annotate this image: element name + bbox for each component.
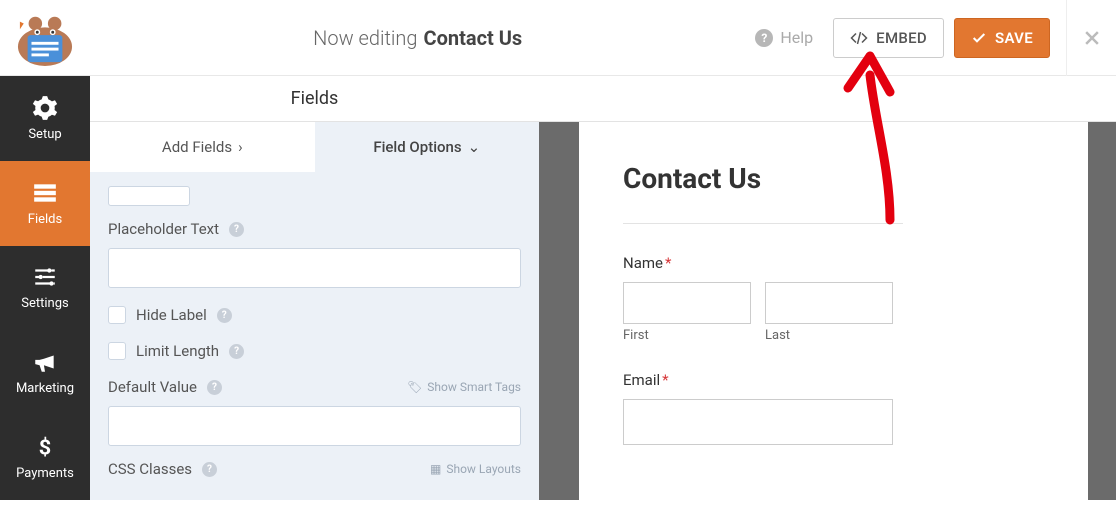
panel-body: Placeholder Text ? Hide Label ? Limit Le… bbox=[90, 172, 539, 500]
limit-length-checkbox[interactable] bbox=[108, 342, 126, 360]
tab-label: Add Fields bbox=[162, 138, 232, 156]
sidebar-item-settings[interactable]: Settings bbox=[0, 246, 90, 331]
css-classes-label: CSS Classes bbox=[108, 460, 192, 478]
topbar-actions: ? Help EMBED SAVE bbox=[745, 18, 1066, 58]
panel: Fields Add Fields › Field Options ⌄ Plac… bbox=[90, 76, 539, 500]
code-icon bbox=[850, 29, 868, 47]
embed-button[interactable]: EMBED bbox=[833, 18, 944, 58]
check-icon bbox=[971, 30, 987, 46]
sliders-icon bbox=[32, 264, 58, 290]
placeholder-label-row: Placeholder Text ? bbox=[108, 220, 521, 238]
topbar: Now editing Contact Us ? Help EMBED SAVE bbox=[0, 0, 1116, 76]
help-link[interactable]: ? Help bbox=[745, 28, 823, 47]
preview-header-bg bbox=[539, 76, 1116, 122]
help-icon[interactable]: ? bbox=[202, 462, 217, 477]
first-name-input[interactable] bbox=[623, 282, 751, 324]
tag-icon: 🏷 bbox=[407, 380, 422, 394]
sidebar-item-label: Setup bbox=[28, 127, 61, 142]
sidebar: Setup Fields Settings Marketing $ Paymen… bbox=[0, 76, 90, 500]
first-sublabel: First bbox=[623, 328, 751, 343]
dollar-icon: $ bbox=[32, 434, 58, 460]
save-button[interactable]: SAVE bbox=[954, 18, 1050, 58]
main-layout: Setup Fields Settings Marketing $ Paymen… bbox=[0, 76, 1116, 500]
help-icon[interactable]: ? bbox=[217, 308, 232, 323]
show-layouts-link[interactable]: ▦ Show Layouts bbox=[430, 462, 521, 476]
limit-length-row: Limit Length ? bbox=[108, 342, 521, 360]
tab-field-options[interactable]: Field Options ⌄ bbox=[315, 122, 540, 172]
list-icon bbox=[32, 180, 58, 206]
required-star: * bbox=[665, 254, 671, 272]
svg-text:$: $ bbox=[39, 436, 51, 460]
sidebar-item-fields[interactable]: Fields bbox=[0, 161, 90, 246]
name-inputs bbox=[623, 282, 1044, 324]
name-field-label: Name* bbox=[623, 254, 1044, 272]
editing-prefix: Now editing bbox=[313, 26, 417, 50]
gear-icon bbox=[32, 95, 58, 121]
show-layouts-label: Show Layouts bbox=[446, 462, 521, 476]
hide-label-text: Hide Label bbox=[136, 306, 207, 324]
last-name-input[interactable] bbox=[765, 282, 893, 324]
close-icon bbox=[1082, 28, 1102, 48]
sidebar-item-label: Fields bbox=[28, 212, 62, 227]
panel-title: Fields bbox=[90, 76, 539, 122]
default-value-label: Default Value bbox=[108, 378, 197, 396]
help-icon[interactable]: ? bbox=[207, 380, 222, 395]
hide-label-checkbox[interactable] bbox=[108, 306, 126, 324]
smart-tags-link[interactable]: 🏷 Show Smart Tags bbox=[407, 380, 521, 394]
editing-title: Now editing Contact Us bbox=[90, 26, 745, 50]
placeholder-input[interactable] bbox=[108, 248, 521, 288]
field-size-select[interactable] bbox=[108, 186, 190, 206]
close-button[interactable] bbox=[1066, 0, 1116, 76]
css-classes-row: CSS Classes ? ▦ Show Layouts bbox=[108, 460, 521, 478]
default-value-row: Default Value ? 🏷 Show Smart Tags bbox=[108, 378, 521, 396]
name-sublabels: First Last bbox=[623, 328, 1044, 343]
chevron-down-icon: ⌄ bbox=[468, 138, 481, 156]
email-input[interactable] bbox=[623, 399, 893, 445]
help-icon: ? bbox=[755, 29, 773, 47]
embed-label: EMBED bbox=[876, 29, 927, 47]
last-sublabel: Last bbox=[765, 328, 893, 343]
grid-icon: ▦ bbox=[430, 462, 441, 476]
save-label: SAVE bbox=[995, 29, 1033, 47]
form-title: Contact Us bbox=[623, 162, 1044, 195]
sidebar-item-label: Marketing bbox=[16, 381, 74, 396]
hide-label-row: Hide Label ? bbox=[108, 306, 521, 324]
preview-area: Contact Us Name* First Last Email* bbox=[539, 76, 1116, 500]
chevron-right-icon: › bbox=[238, 138, 243, 156]
sidebar-item-setup[interactable]: Setup bbox=[0, 76, 90, 161]
wpforms-logo bbox=[0, 0, 90, 76]
help-label: Help bbox=[780, 28, 813, 47]
sidebar-item-label: Settings bbox=[21, 296, 68, 311]
smart-tags-label: Show Smart Tags bbox=[427, 380, 521, 394]
email-field-label: Email* bbox=[623, 371, 1044, 389]
divider bbox=[623, 223, 903, 224]
help-icon[interactable]: ? bbox=[229, 344, 244, 359]
tab-label: Field Options bbox=[373, 138, 461, 156]
placeholder-label: Placeholder Text bbox=[108, 220, 219, 238]
limit-length-text: Limit Length bbox=[136, 342, 219, 360]
sidebar-item-marketing[interactable]: Marketing bbox=[0, 330, 90, 415]
tab-add-fields[interactable]: Add Fields › bbox=[90, 122, 315, 172]
sidebar-item-label: Payments bbox=[16, 466, 74, 481]
form-preview: Contact Us Name* First Last Email* bbox=[579, 122, 1088, 522]
required-star: * bbox=[662, 371, 668, 389]
sidebar-item-payments[interactable]: $ Payments bbox=[0, 415, 90, 500]
panel-tabs: Add Fields › Field Options ⌄ bbox=[90, 122, 539, 172]
default-value-input[interactable] bbox=[108, 406, 521, 446]
help-icon[interactable]: ? bbox=[229, 222, 244, 237]
bullhorn-icon bbox=[32, 349, 58, 375]
form-name: Contact Us bbox=[424, 26, 523, 50]
